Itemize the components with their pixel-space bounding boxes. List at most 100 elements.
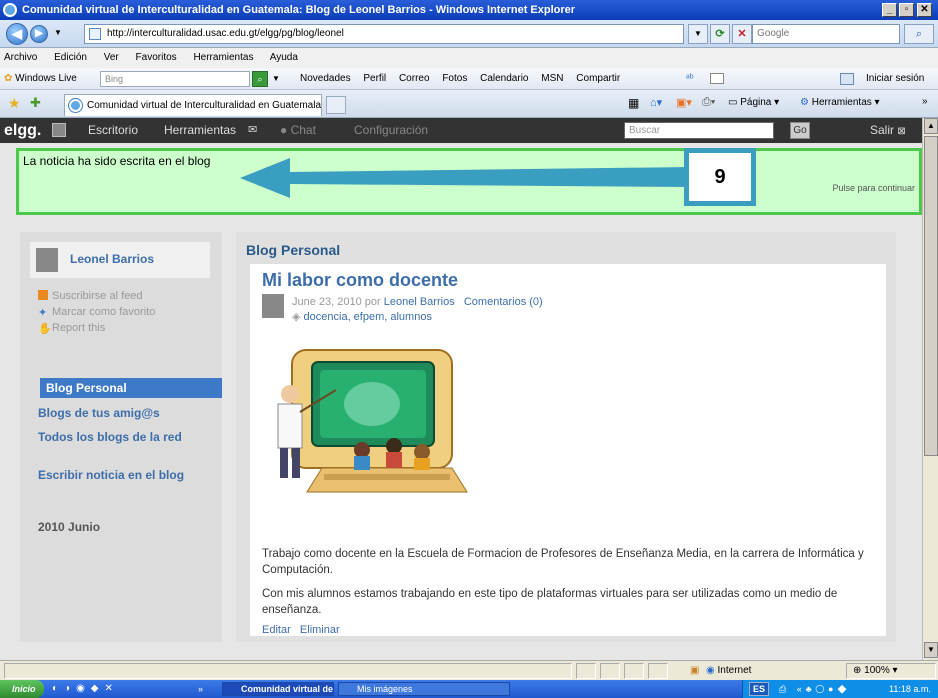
logout-link[interactable]: Salir ⊠	[870, 118, 906, 144]
windows-live-icon: ✿	[4, 73, 13, 84]
edit-link[interactable]: Editar	[262, 624, 291, 636]
search-button[interactable]: ⌕	[904, 24, 934, 44]
menu-item-herramientas[interactable]: Herramientas	[193, 52, 253, 63]
elgg-go-button[interactable]: Go	[790, 122, 810, 139]
post-title[interactable]: Mi labor como docente	[262, 270, 458, 291]
author-link[interactable]: Leonel Barrios	[384, 296, 455, 308]
scroll-thumb[interactable]	[924, 136, 938, 456]
menu-item-favoritos[interactable]: Favoritos	[136, 52, 177, 63]
status-cell	[576, 663, 596, 679]
window-icon[interactable]	[710, 73, 724, 84]
zoom-control[interactable]: ⊕ 100% ▾	[846, 663, 936, 679]
pin-icon: ✦	[38, 307, 48, 319]
live-link-perfil[interactable]: Perfil	[363, 73, 386, 84]
history-dropdown-icon[interactable]: ▼	[54, 28, 62, 37]
windows-live-label[interactable]: ✿ Windows Live	[4, 68, 77, 90]
bing-search-button[interactable]: ⌕	[252, 71, 268, 87]
live-link-novedades[interactable]: Novedades	[300, 73, 351, 84]
report-link[interactable]: ✋Report this	[38, 322, 105, 335]
tab-current[interactable]: Comunidad virtual de Interculturalidad e…	[64, 94, 322, 116]
live-link-fotos[interactable]: Fotos	[442, 73, 467, 84]
minimize-button[interactable]: _	[882, 3, 897, 17]
menu-item-edicion[interactable]: Edición	[54, 52, 87, 63]
refresh-button[interactable]: ⟳	[710, 24, 730, 44]
author-avatar[interactable]	[262, 294, 284, 318]
print-icon[interactable]: ⎙▾	[702, 96, 715, 109]
toolbar-overflow-icon[interactable]: »	[922, 96, 928, 107]
back-button[interactable]: ◀	[6, 23, 28, 45]
protected-mode-icon[interactable]: ▣	[690, 661, 699, 680]
window-title-bar: Comunidad virtual de Interculturalidad e…	[0, 0, 938, 20]
bing-search-input[interactable]: Bing	[100, 71, 250, 87]
continue-link[interactable]: Pulse para continuar	[832, 183, 915, 193]
archive-month[interactable]: 2010 Junio	[38, 520, 220, 534]
tools-menu[interactable]: ⚙ Herramientas ▾	[800, 97, 880, 108]
nav-write-post[interactable]: Escribir noticia en el blog	[38, 468, 198, 482]
topbar-escritorio[interactable]: Escritorio	[88, 118, 138, 143]
window-title: Comunidad virtual de Interculturalidad e…	[22, 4, 576, 16]
menu-item-archivo[interactable]: Archivo	[4, 52, 37, 63]
post-meta: June 23, 2010 por Leonel Barrios Comenta…	[292, 296, 543, 308]
scroll-down-arrow[interactable]: ▼	[924, 642, 938, 658]
topbar-chat[interactable]: ● Chat	[280, 118, 316, 143]
live-link-compartir[interactable]: Compartir	[576, 73, 620, 84]
post-paragraph-2: Con mis alumnos estamos trabajando en es…	[262, 588, 838, 616]
add-favorites-icon[interactable]: ✚	[30, 95, 41, 111]
search-box[interactable]: Google	[752, 24, 900, 44]
nav-all-blogs[interactable]: Todos los blogs de la red	[38, 430, 198, 444]
user-avatar-icon[interactable]	[52, 123, 66, 137]
forward-button[interactable]: ▶	[30, 25, 48, 43]
bookmark-link[interactable]: ✦ Marcar como favorito	[38, 306, 155, 319]
clock: 11:18 a.m.	[889, 684, 931, 694]
messenger-icon[interactable]	[840, 73, 854, 85]
topbar-configuracion[interactable]: Configuración	[354, 118, 428, 143]
tab-title: Comunidad virtual de Interculturalidad e…	[87, 100, 322, 111]
home-icon[interactable]: ⌂▾	[650, 96, 662, 109]
vertical-scrollbar[interactable]: ▲ ▼	[922, 118, 938, 660]
bing-dropdown-icon[interactable]: ▼	[272, 68, 280, 90]
address-field[interactable]: http://interculturalidad.usac.edu.gt/elg…	[84, 24, 684, 44]
delete-link[interactable]: Eliminar	[300, 624, 340, 636]
quick-launch-icons[interactable]: ◐◑◉◆✕	[52, 680, 119, 698]
owner-avatar[interactable]	[36, 248, 58, 272]
status-text-cell	[4, 663, 572, 679]
taskbar-ie-window[interactable]: Comunidad virtual de ...	[222, 682, 334, 696]
address-dropdown-button[interactable]: ▼	[688, 24, 708, 44]
report-icon: ✋	[38, 323, 52, 335]
rss-icon	[38, 290, 48, 300]
tray-icons[interactable]: ⎙ «♣◯●◆	[779, 680, 850, 698]
menu-item-ver[interactable]: Ver	[104, 52, 119, 63]
new-tab-button[interactable]	[326, 96, 346, 114]
comments-link[interactable]: Comentarios (0)	[464, 296, 543, 308]
mail-icon[interactable]: ✉	[248, 118, 257, 143]
quick-launch-overflow-icon[interactable]: »	[198, 680, 203, 698]
elgg-logo[interactable]: elgg.	[4, 118, 41, 143]
maximize-button[interactable]: ▫	[899, 3, 914, 17]
nav-blog-personal[interactable]: Blog Personal	[40, 378, 222, 398]
language-indicator[interactable]: ES	[749, 682, 770, 696]
topbar-herramientas[interactable]: Herramientas	[164, 118, 236, 143]
subscribe-feed-link[interactable]: Suscribirse al feed	[38, 290, 143, 302]
page-menu[interactable]: ▭ Página ▾	[728, 97, 779, 108]
nav-friends-blogs[interactable]: Blogs de tus amig@s	[38, 406, 220, 420]
address-toolbar: ◀ ▶ ▼ http://interculturalidad.usac.edu.…	[0, 20, 938, 48]
live-link-correo[interactable]: Correo	[399, 73, 430, 84]
owner-name[interactable]: Leonel Barrios	[70, 252, 154, 266]
quick-tabs-icon[interactable]: ▦	[628, 96, 639, 110]
live-link-calendario[interactable]: Calendario	[480, 73, 528, 84]
taskbar-images-window[interactable]: Mis imágenes	[338, 682, 510, 696]
post-paragraph-1: Trabajo como docente en la Escuela de Fo…	[262, 548, 864, 576]
scroll-up-arrow[interactable]: ▲	[924, 118, 938, 134]
live-link-msn[interactable]: MSN	[541, 73, 563, 84]
tab-bar: ★ ✚ Comunidad virtual de Interculturalid…	[0, 90, 938, 118]
signin-link[interactable]: Iniciar sesión	[866, 68, 924, 90]
zone-indicator[interactable]: ◉ Internet	[706, 661, 751, 680]
favorites-star-icon[interactable]: ★	[8, 95, 21, 112]
close-button[interactable]: ✕	[917, 3, 932, 17]
feeds-icon[interactable]: ▣▾	[676, 96, 692, 109]
elgg-search-input[interactable]: Buscar	[624, 122, 774, 139]
stop-button[interactable]: ✕	[732, 24, 752, 44]
start-button[interactable]: Inicio	[0, 680, 44, 698]
translate-icon[interactable]: ᵃᵇ	[686, 68, 694, 90]
menu-item-ayuda[interactable]: Ayuda	[270, 52, 298, 63]
